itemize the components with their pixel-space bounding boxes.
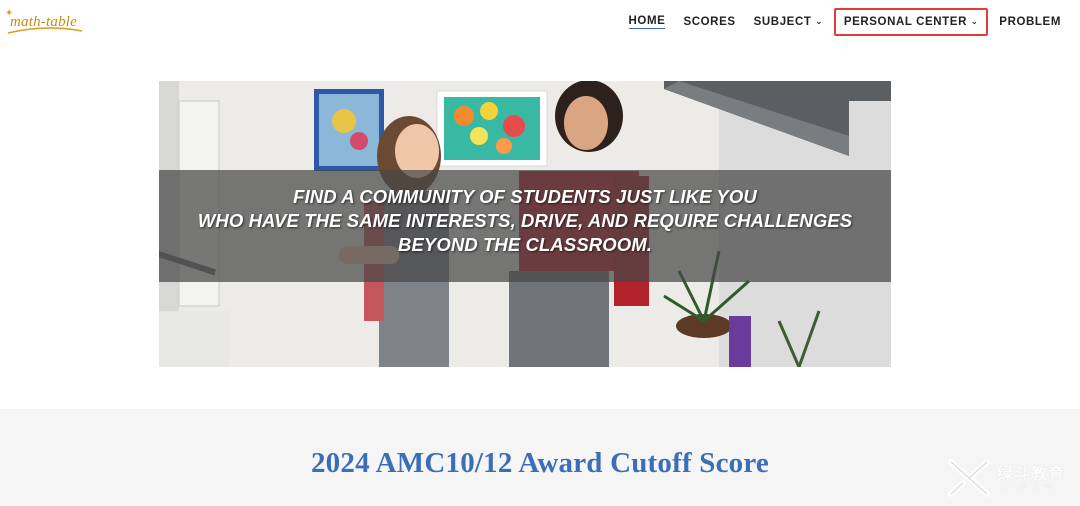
nav-scores[interactable]: SCORES (674, 8, 744, 36)
nav-problem-label: PROBLEM (999, 16, 1061, 28)
section-title: 2024 AMC10/12 Award Cutoff Score (310, 447, 769, 479)
hero-line-1: FIND A COMMUNITY OF STUDENTS JUST LIKE Y… (293, 186, 757, 207)
nav-problem[interactable]: PROBLEM (990, 8, 1070, 36)
hero-banner: FIND A COMMUNITY OF STUDENTS JUST LIKE Y… (159, 81, 891, 367)
nav-home-label: HOME (628, 15, 666, 29)
nav-home[interactable]: HOME (620, 8, 675, 36)
chevron-down-icon: ⌄ (970, 16, 979, 26)
watermark: 绿斗教育 X-NEW (947, 456, 1072, 502)
site-logo[interactable]: ✦ math-table (2, 8, 92, 38)
content-section: 2024 AMC10/12 Award Cutoff Score (0, 409, 1080, 506)
hero-headline: FIND A COMMUNITY OF STUDENTS JUST LIKE Y… (159, 185, 891, 257)
watermark-en: X-NEW (999, 482, 1059, 492)
logo-swoosh-icon (7, 27, 83, 34)
site-header: ✦ math-table HOME SCORES SUBJECT ⌄ PERSO… (0, 0, 1080, 50)
nav-personal-center-label: PERSONAL CENTER (843, 16, 967, 28)
watermark-cn: 绿斗教育 (997, 466, 1066, 483)
nav-subject[interactable]: SUBJECT ⌄ (745, 8, 832, 36)
nav-subject-label: SUBJECT (753, 16, 812, 28)
chevron-down-icon: ⌄ (815, 16, 823, 26)
nav-scores-label: SCORES (683, 16, 736, 28)
x-logo-icon (948, 459, 990, 497)
main-nav: HOME SCORES SUBJECT ⌄ PERSONAL CENTER ⌄ … (620, 8, 1070, 36)
nav-personal-center[interactable]: PERSONAL CENTER ⌄ (833, 8, 989, 36)
hero-line-3: BEYOND THE CLASSROOM. (398, 234, 652, 255)
hero-line-2: WHO HAVE THE SAME INTERESTS, DRIVE, AND … (197, 210, 853, 231)
